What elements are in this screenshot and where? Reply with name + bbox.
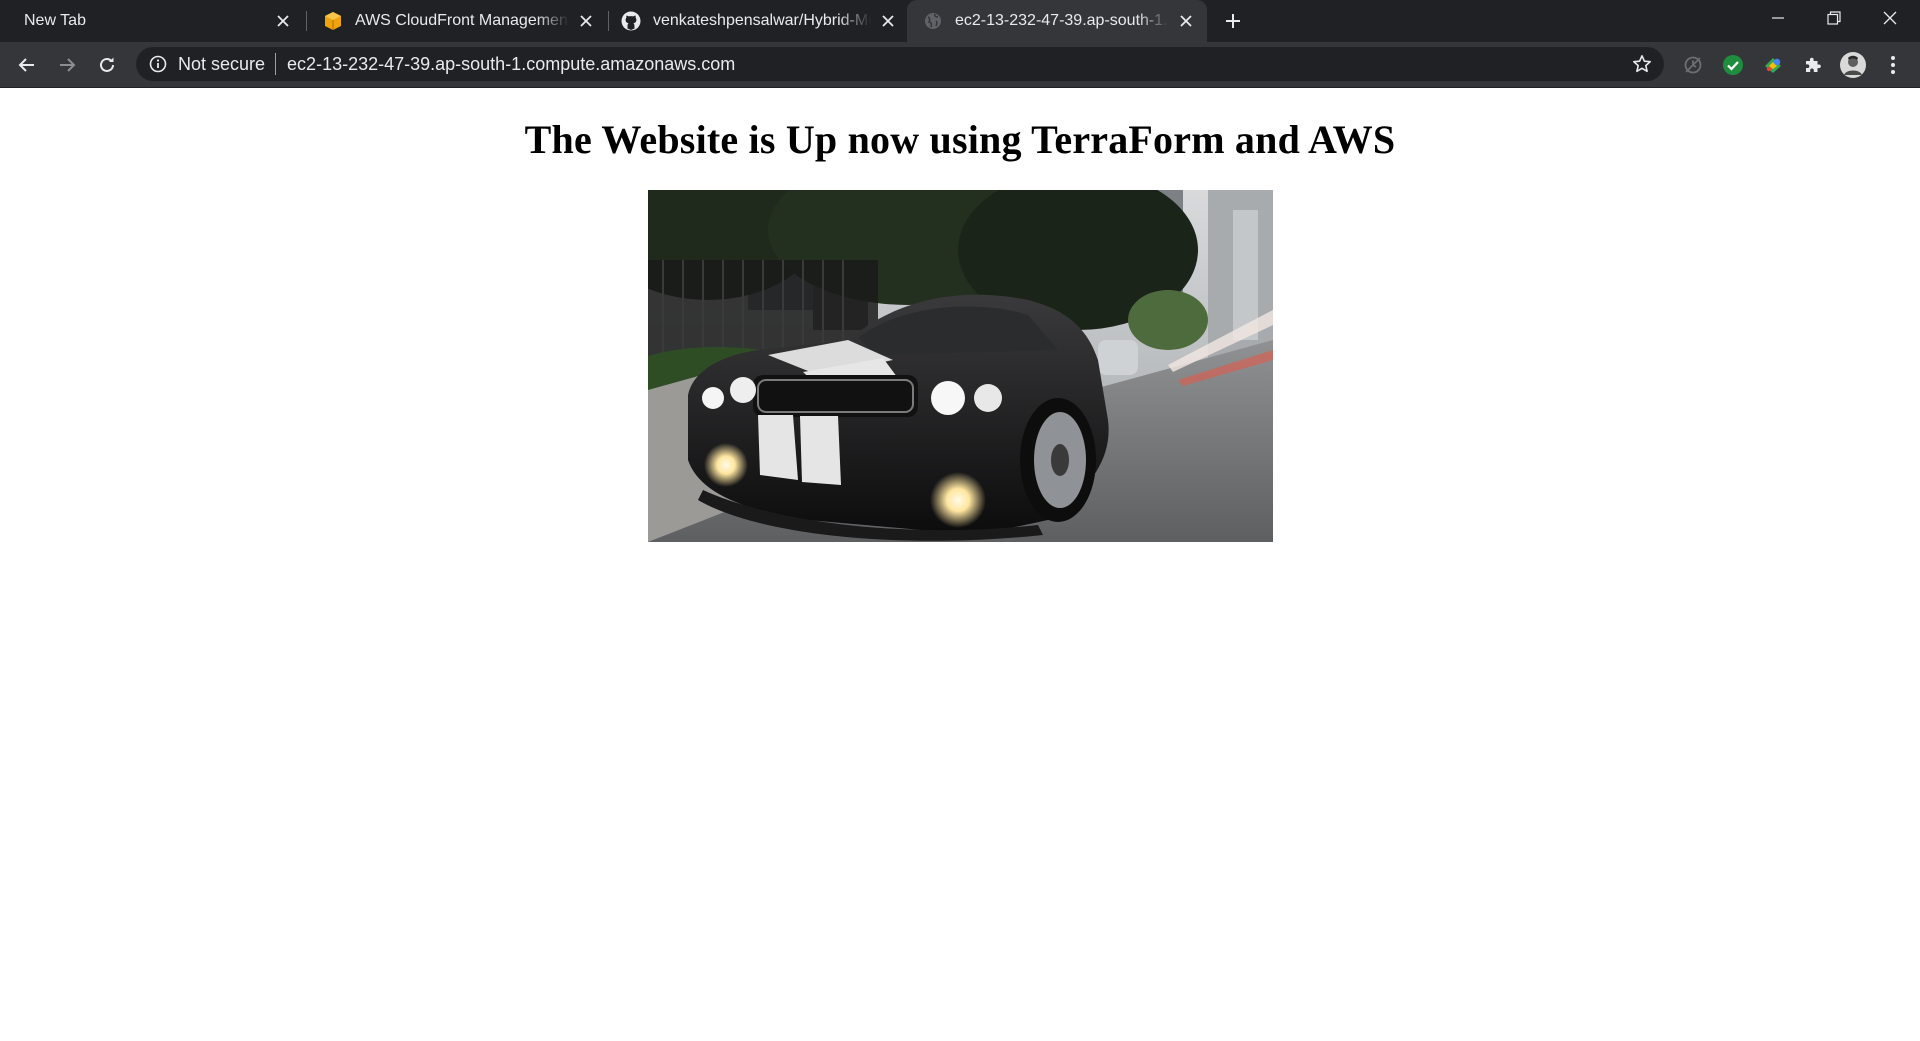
github-icon xyxy=(621,11,641,31)
extension-colorful-icon[interactable] xyxy=(1760,52,1786,78)
tab-label: AWS CloudFront Management Console xyxy=(355,12,569,29)
bookmark-star-icon[interactable] xyxy=(1630,52,1654,76)
extensions-puzzle-icon[interactable] xyxy=(1800,52,1826,78)
profile-avatar[interactable] xyxy=(1838,50,1868,80)
tab-strip: New Tab AWS CloudFront Management Consol… xyxy=(0,0,1920,42)
back-button[interactable] xyxy=(11,49,43,81)
address-bar[interactable]: Not secure ec2-13-232-47-39.ap-south-1.c… xyxy=(136,47,1664,81)
tab-github-repo[interactable]: venkateshpensalwar/Hybrid-Multi-Cloud xyxy=(609,0,909,42)
close-icon[interactable] xyxy=(272,10,294,32)
restore-button[interactable] xyxy=(1806,0,1862,36)
page-heading: The Website is Up now using TerraForm an… xyxy=(524,117,1396,162)
hero-car-image xyxy=(648,190,1273,542)
window-close-button[interactable] xyxy=(1862,0,1918,36)
aws-box-icon xyxy=(323,11,343,31)
tab-label: ec2-13-232-47-39.ap-south-1.compute.amaz… xyxy=(955,12,1169,29)
security-status[interactable]: Not secure xyxy=(178,54,265,75)
extension-clock-icon[interactable] xyxy=(1680,52,1706,78)
browser-menu-icon[interactable] xyxy=(1880,52,1906,78)
tab-new-tab[interactable]: New Tab xyxy=(0,0,304,42)
info-icon[interactable] xyxy=(148,54,168,74)
minimize-button[interactable] xyxy=(1750,0,1806,36)
close-icon[interactable] xyxy=(1175,10,1197,32)
tab-ec2-site[interactable]: ec2-13-232-47-39.ap-south-1.compute.amaz… xyxy=(907,0,1207,42)
forward-button[interactable] xyxy=(51,49,83,81)
url-text[interactable]: ec2-13-232-47-39.ap-south-1.compute.amaz… xyxy=(287,54,735,75)
tab-label: New Tab xyxy=(24,12,86,29)
globe-icon xyxy=(923,11,943,31)
page-content: The Website is Up now using TerraForm an… xyxy=(0,88,1920,1041)
close-icon[interactable] xyxy=(877,10,899,32)
reload-button[interactable] xyxy=(91,49,123,81)
tab-aws-cloudfront[interactable]: AWS CloudFront Management Console xyxy=(307,0,607,42)
extension-check-icon[interactable] xyxy=(1720,52,1746,78)
omnibox-divider xyxy=(275,53,277,75)
new-tab-button[interactable] xyxy=(1218,6,1248,36)
tab-label: venkateshpensalwar/Hybrid-Multi-Cloud xyxy=(653,12,871,29)
browser-toolbar: Not secure ec2-13-232-47-39.ap-south-1.c… xyxy=(0,42,1920,88)
close-icon[interactable] xyxy=(575,10,597,32)
